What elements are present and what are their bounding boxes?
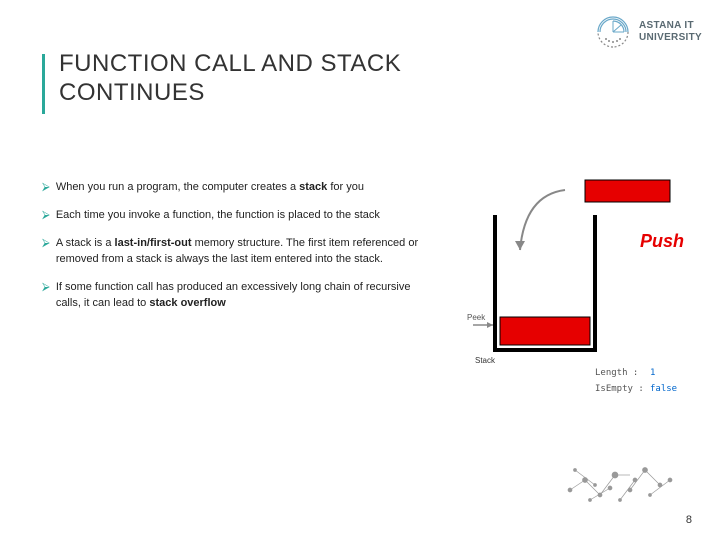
length-value: 1 bbox=[650, 368, 655, 378]
bullet-item: ⮚ Each time you invoke a function, the f… bbox=[42, 208, 422, 224]
bullet-item: ⮚ If some function call has produced an … bbox=[42, 280, 422, 312]
title-accent-bar bbox=[42, 54, 45, 114]
push-label: Push bbox=[640, 231, 684, 251]
bullet-item: ⮚ A stack is a last-in/first-out memory … bbox=[42, 236, 422, 268]
push-arrow bbox=[520, 190, 565, 250]
content-area: ⮚ When you run a program, the computer c… bbox=[42, 180, 422, 324]
bullet-icon: ⮚ bbox=[42, 280, 50, 296]
university-logo: ASTANA IT UNIVERSITY bbox=[595, 14, 702, 50]
push-block bbox=[585, 180, 670, 202]
bullet-text: Each time you invoke a function, the fun… bbox=[56, 208, 380, 224]
logo-line2: UNIVERSITY bbox=[639, 32, 702, 44]
bullet-item: ⮚ When you run a program, the computer c… bbox=[42, 180, 422, 196]
bullet-text: If some function call has produced an ex… bbox=[56, 280, 422, 312]
bullet-icon: ⮚ bbox=[42, 208, 50, 224]
peek-label: Peek bbox=[467, 313, 486, 322]
title-block: FUNCTION CALL AND STACK CONTINUES bbox=[42, 50, 459, 114]
stack-label: Stack bbox=[475, 356, 496, 365]
logo-text: ASTANA IT UNIVERSITY bbox=[639, 20, 702, 44]
isempty-label: IsEmpty : bbox=[595, 384, 644, 394]
length-label: Length : bbox=[595, 368, 638, 378]
stack-item bbox=[500, 317, 590, 345]
logo-icon bbox=[595, 14, 631, 50]
logo-line1: ASTANA IT bbox=[639, 20, 702, 32]
bullet-icon: ⮚ bbox=[42, 236, 50, 252]
bullet-text: When you run a program, the computer cre… bbox=[56, 180, 364, 196]
isempty-value: false bbox=[650, 384, 677, 394]
network-decoration-icon bbox=[560, 450, 680, 510]
page-number: 8 bbox=[686, 514, 692, 526]
bullet-text: A stack is a last-in/first-out memory st… bbox=[56, 236, 422, 268]
bullet-icon: ⮚ bbox=[42, 180, 50, 196]
page-title: FUNCTION CALL AND STACK CONTINUES bbox=[59, 50, 459, 108]
stack-diagram: Push Peek Stack Length : 1 IsEmpty : fal… bbox=[465, 175, 690, 410]
